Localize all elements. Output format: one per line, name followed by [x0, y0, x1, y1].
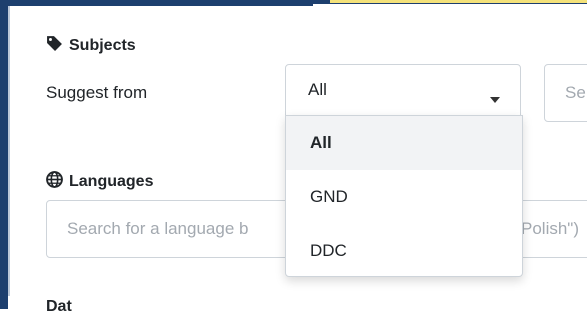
subjects-heading: Subjects — [46, 35, 136, 57]
window-frame-bottom — [0, 292, 8, 309]
background-highlight-strip — [330, 0, 587, 3]
suggest-from-label: Suggest from — [46, 83, 148, 102]
language-search-placeholder: Search for a language b — [67, 219, 249, 238]
suggest-from-selected-value: All — [308, 80, 327, 99]
suggest-from-dropdown-menu: All GND DDC — [285, 115, 523, 277]
globe-icon — [46, 171, 63, 193]
language-search-placeholder-tail: Polish") — [521, 219, 579, 238]
subjects-heading-text: Subjects — [69, 37, 136, 54]
subject-search-placeholder: Se — [565, 83, 586, 102]
caret-down-icon — [490, 88, 500, 108]
languages-heading-text: Languages — [69, 173, 154, 190]
window-frame-left — [0, 0, 8, 300]
languages-heading: Languages — [46, 171, 153, 193]
suggest-from-select[interactable]: All — [285, 64, 521, 116]
subject-search-input[interactable]: Se — [544, 64, 587, 122]
dropdown-option-ddc[interactable]: DDC — [286, 224, 522, 278]
dropdown-option-gnd[interactable]: GND — [286, 170, 522, 224]
tag-icon — [46, 35, 63, 57]
dropdown-option-all[interactable]: All — [286, 116, 522, 170]
next-section-heading: Dat — [46, 298, 72, 315]
